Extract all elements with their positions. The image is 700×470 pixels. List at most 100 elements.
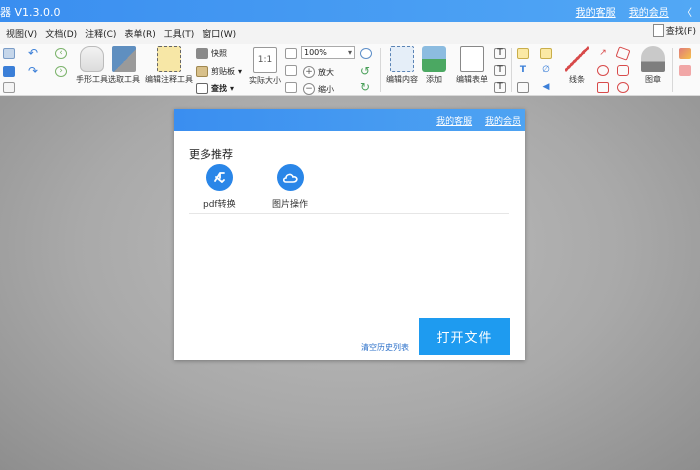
collapse-icon[interactable]: 〈 xyxy=(682,8,692,19)
zoom-in-icon: + xyxy=(303,66,315,78)
hand-tool-button[interactable]: 手形工具 xyxy=(76,46,108,85)
image-operation-label: 图片操作 xyxy=(272,200,309,210)
menu-document[interactable]: 文档(D) xyxy=(41,27,81,40)
undo-icon[interactable]: ↶ xyxy=(28,47,40,59)
open-file-button[interactable]: 打开文件 xyxy=(419,318,510,355)
email-icon[interactable] xyxy=(3,48,15,59)
edit-form-button[interactable]: 编辑表单 xyxy=(456,46,488,85)
hand-icon xyxy=(80,46,104,72)
text-cursor-icon xyxy=(112,46,136,72)
menu-view[interactable]: 视图(V) xyxy=(2,27,41,40)
zoom-in-label: 放大 xyxy=(318,67,334,77)
edit-annotation-tool-button[interactable]: 编辑注释工具 xyxy=(145,46,193,85)
actual-size-button[interactable]: 1:1 实际大小 xyxy=(249,47,281,86)
edit-form-label: 编辑表单 xyxy=(456,75,488,84)
customer-service-link[interactable]: 我的客服 xyxy=(576,8,616,19)
callout-icon[interactable]: T xyxy=(494,82,506,93)
sound-icon[interactable]: ◀ xyxy=(540,82,552,93)
start-dialog: 我的客服 我的会员 更多推荐 pdf转换 图片操作 清空历史列表 打开文件 xyxy=(174,109,525,360)
pentagon-icon[interactable] xyxy=(617,65,629,76)
add-button[interactable]: 添加 xyxy=(422,46,446,85)
fit-visible-icon[interactable] xyxy=(285,82,297,93)
actual-size-icon: 1:1 xyxy=(253,47,277,73)
eraser-icon[interactable] xyxy=(679,48,691,59)
forward-icon[interactable]: › xyxy=(55,66,67,77)
magnifier-icon[interactable] xyxy=(360,48,372,59)
dialog-header: 我的客服 我的会员 xyxy=(174,109,525,131)
find-label: 查找 xyxy=(211,84,227,93)
cloud-shape-icon[interactable] xyxy=(617,82,629,93)
dialog-divider xyxy=(189,213,509,214)
search-label: 查找(F) xyxy=(665,27,696,37)
stamp-label: 图章 xyxy=(645,75,661,84)
rectangle-icon[interactable] xyxy=(597,82,609,93)
note-icon[interactable] xyxy=(540,48,552,59)
edit-content-icon xyxy=(390,46,414,72)
dialog-customer-service-link[interactable]: 我的客服 xyxy=(436,117,472,127)
menu-form[interactable]: 表单(R) xyxy=(120,27,159,40)
add-object-icon xyxy=(422,46,446,72)
stamp-icon xyxy=(641,46,665,72)
circle-icon[interactable] xyxy=(597,65,609,76)
pencil-icon[interactable] xyxy=(679,65,691,76)
edit-annotation-icon xyxy=(157,46,181,72)
menu-window[interactable]: 窗口(W) xyxy=(198,27,240,40)
title-links: 我的客服 我的会员 〈 xyxy=(566,4,692,19)
stamp-button[interactable]: 图章 xyxy=(641,46,665,85)
back-icon[interactable]: ‹ xyxy=(55,48,67,59)
fit-width-icon[interactable] xyxy=(285,65,297,76)
pdf-convert-item[interactable]: pdf转换 xyxy=(203,164,236,210)
text-box-icon[interactable]: T xyxy=(494,48,506,59)
arrow-icon[interactable]: ↗ xyxy=(597,48,609,59)
redo-icon[interactable]: ↷ xyxy=(28,65,40,77)
clipboard-button[interactable]: 剪贴板 ▾ xyxy=(196,66,242,77)
line-icon xyxy=(565,46,589,72)
line-button[interactable]: 线条 xyxy=(565,46,589,85)
line-label: 线条 xyxy=(569,75,585,84)
search-button[interactable]: 查找(F) xyxy=(652,24,696,37)
zoom-select[interactable]: 100% xyxy=(301,46,355,59)
select-tool-label: 选取工具 xyxy=(108,75,140,84)
toolbar: ↶ ↷ ‹ › 手形工具 选取工具 编辑注释工具 快照 剪贴板 ▾ 查找 ▾ 1… xyxy=(0,44,700,96)
toolbar-separator xyxy=(511,48,512,92)
rotate-right-icon[interactable]: ↻ xyxy=(360,81,372,93)
zoom-in-button[interactable]: + 放大 xyxy=(303,66,334,78)
snapshot-button[interactable]: 快照 xyxy=(196,48,227,59)
edit-content-button[interactable]: 编辑内容 xyxy=(386,46,418,85)
menu-tools[interactable]: 工具(T) xyxy=(160,27,199,40)
edit-content-label: 编辑内容 xyxy=(386,75,418,84)
section-title: 更多推荐 xyxy=(189,148,233,161)
new-doc-icon[interactable] xyxy=(3,82,15,93)
typewriter-icon[interactable] xyxy=(517,48,529,59)
clear-history-link[interactable]: 清空历史列表 xyxy=(361,342,409,353)
membership-link[interactable]: 我的会员 xyxy=(629,8,669,19)
polygon-icon[interactable] xyxy=(615,46,631,61)
text-field-icon[interactable]: T xyxy=(494,65,506,76)
zoom-out-button[interactable]: − 缩小 xyxy=(303,83,334,95)
clipboard-label: 剪贴板 xyxy=(211,67,235,76)
image-operation-item[interactable]: 图片操作 xyxy=(272,164,308,210)
menu-bar: 视图(V) 文档(D) 注释(C) 表单(R) 工具(T) 窗口(W) 查找(F… xyxy=(0,22,700,44)
strikeout-icon[interactable]: T xyxy=(517,65,529,76)
dialog-header-links: 我的客服 我的会员 xyxy=(426,114,521,127)
snapshot-label: 快照 xyxy=(211,49,227,58)
textbox-icon[interactable] xyxy=(517,82,529,93)
find-icon xyxy=(196,83,208,94)
actual-size-label: 实际大小 xyxy=(249,76,281,85)
dialog-membership-link[interactable]: 我的会员 xyxy=(485,117,521,127)
menu-comment[interactable]: 注释(C) xyxy=(81,27,120,40)
rotate-left-icon[interactable]: ↺ xyxy=(360,65,372,77)
title-bar: 器 V1.3.0.0 我的客服 我的会员 〈 xyxy=(0,0,700,22)
zoom-out-label: 缩小 xyxy=(318,84,334,94)
chevron-down-icon: ▾ xyxy=(230,84,235,93)
find-button[interactable]: 查找 ▾ xyxy=(196,83,234,94)
fit-page-icon[interactable] xyxy=(285,48,297,59)
attachment-icon[interactable]: ∅ xyxy=(540,65,552,76)
app-title: 器 V1.3.0.0 xyxy=(0,6,61,19)
cloud-image-icon xyxy=(276,164,304,191)
select-tool-button[interactable]: 选取工具 xyxy=(108,46,140,85)
toolbar-separator xyxy=(380,48,381,92)
pdf-convert-label: pdf转换 xyxy=(203,200,236,210)
scan-icon[interactable] xyxy=(3,66,15,77)
camera-icon xyxy=(196,48,208,59)
